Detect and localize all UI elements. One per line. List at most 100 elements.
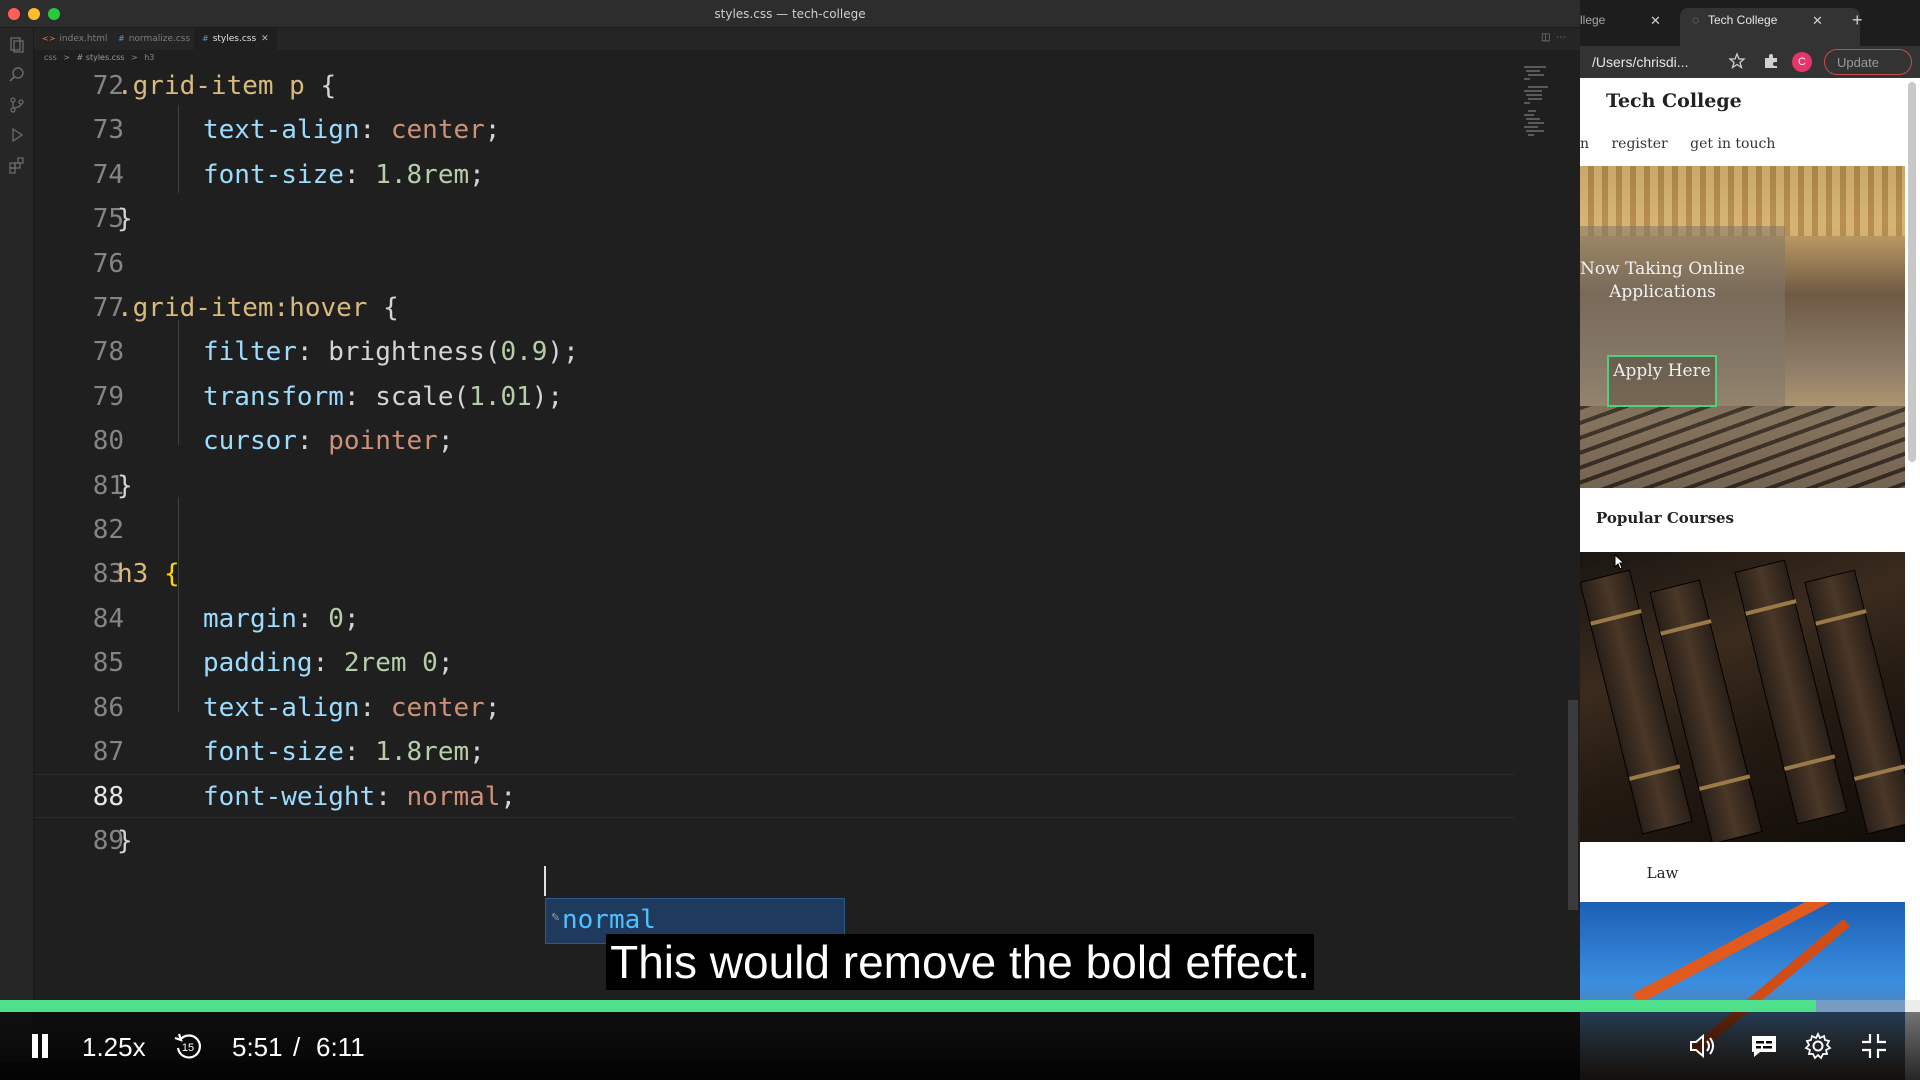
minimap-line <box>1524 126 1538 128</box>
code-text: } <box>117 204 133 235</box>
extensions-icon[interactable] <box>8 156 26 174</box>
course-label-law[interactable]: Law <box>1580 864 1745 882</box>
time-separator: / <box>293 1032 301 1062</box>
minimap-line <box>1528 98 1542 100</box>
code-line[interactable]: 84 margin: 0; <box>34 597 1514 641</box>
search-icon[interactable] <box>8 66 26 84</box>
tab-styles-css[interactable]: # styles.css ✕ <box>194 28 277 50</box>
minimap-line <box>1526 118 1540 120</box>
explorer-icon[interactable] <box>8 36 26 54</box>
site-title[interactable]: Tech College <box>1606 90 1742 112</box>
code-line[interactable]: 87 font-size: 1.8rem; <box>34 730 1514 774</box>
extensions-puzzle-icon[interactable] <box>1762 52 1780 70</box>
subtitle-caption: This would remove the bold effect. <box>0 934 1920 990</box>
nav-link-register[interactable]: register <box>1611 136 1667 152</box>
new-tab-button[interactable]: + <box>1852 10 1863 31</box>
code-line[interactable]: 77 .grid-item:hover { <box>34 286 1514 330</box>
bookmark-star-icon[interactable] <box>1728 52 1746 70</box>
line-number: 85 <box>92 648 124 679</box>
update-button[interactable]: Update <box>1824 49 1912 75</box>
code-line[interactable]: 89} <box>34 819 1514 863</box>
code-text: font-size: 1.8rem; <box>203 159 485 190</box>
profile-avatar[interactable]: C <box>1792 52 1812 72</box>
tab-normalize-css[interactable]: # normalize.css <box>110 28 198 50</box>
line-number: 82 <box>92 515 124 545</box>
playback-speed-button[interactable]: 1.25x <box>82 1032 146 1063</box>
split-editor-icon[interactable]: ◫ ⋯ <box>1541 32 1566 43</box>
tab-index-html[interactable]: <> index.html <box>34 28 115 50</box>
minimap-line <box>1526 70 1540 72</box>
breadcrumb-folder[interactable]: css <box>44 53 57 62</box>
code-line[interactable]: 75} <box>34 197 1514 241</box>
code-line[interactable]: 85 padding: 2rem 0; <box>34 641 1514 685</box>
breadcrumb-file[interactable]: # styles.css <box>77 53 125 62</box>
code-text: .grid-item:hover { <box>117 293 399 323</box>
code-line[interactable]: 78 filter: brightness(0.9); <box>34 330 1514 374</box>
law-course-image[interactable] <box>1580 552 1905 842</box>
apply-here-button[interactable]: Apply Here <box>1607 355 1717 407</box>
pause-icon[interactable] <box>30 1034 50 1058</box>
code-line[interactable]: 82 <box>34 508 1514 552</box>
code-line[interactable]: 72 .grid-item p { <box>34 64 1514 108</box>
browser-tab-tech-college[interactable]: Tech College <box>1708 13 1777 27</box>
video-progress-bar[interactable] <box>0 1000 1920 1012</box>
line-number: 74 <box>92 159 124 190</box>
captions-icon[interactable] <box>1748 1030 1780 1062</box>
editor-tab-bar: <> index.html # normalize.css # styles.css ✕… <box>34 28 1580 50</box>
code-text: transform: scale(1.01); <box>203 381 564 412</box>
code-text: .grid-item p { <box>117 71 337 101</box>
minimap-line <box>1524 66 1546 68</box>
code-line[interactable]: 80 cursor: pointer; <box>34 419 1514 463</box>
code-line[interactable]: 76 <box>34 242 1514 286</box>
autocomplete-suggestion[interactable]: normal <box>562 905 656 935</box>
volume-icon[interactable] <box>1686 1030 1718 1062</box>
code-line[interactable]: 88 font-weight: normal; <box>34 774 1514 819</box>
window-title: styles.css — tech-college <box>714 7 866 21</box>
source-control-icon[interactable] <box>8 96 26 114</box>
mouse-pointer-icon <box>1614 554 1626 570</box>
title-bar: styles.css — tech-college <box>0 0 1580 28</box>
code-text: font-size: 1.8rem; <box>203 737 485 767</box>
tab-label: normalize.css <box>128 34 191 44</box>
browser-tab-college[interactable]: llege <box>1580 13 1605 27</box>
exit-fullscreen-icon[interactable] <box>1858 1030 1890 1062</box>
activity-bar <box>0 28 34 1080</box>
line-number: 86 <box>92 692 124 723</box>
code-text: padding: 2rem 0; <box>203 648 454 679</box>
rewind-15-icon[interactable]: 15 <box>172 1030 204 1062</box>
minimap-line <box>1524 78 1530 80</box>
minimap-line <box>1528 110 1536 112</box>
minimap-line <box>1524 90 1542 92</box>
code-line[interactable]: 81} <box>34 464 1514 508</box>
close-icon[interactable]: ✕ <box>1650 13 1661 29</box>
web-page: Tech College n register get in touch Now… <box>1580 78 1905 1080</box>
code-line[interactable]: 73 text-align: center; <box>34 108 1514 152</box>
settings-gear-icon[interactable] <box>1802 1030 1834 1062</box>
video-progress-fill <box>0 1000 1817 1012</box>
nav-link-get-in-touch[interactable]: get in touch <box>1690 136 1775 152</box>
code-text: h3 { <box>117 559 180 590</box>
total-duration: 6:11 <box>316 1032 365 1062</box>
code-line[interactable]: 86 text-align: center; <box>34 686 1514 730</box>
breadcrumb-separator: > <box>130 53 138 62</box>
code-line[interactable]: 74 font-size: 1.8rem; <box>34 153 1514 197</box>
minimap-line <box>1528 122 1544 124</box>
breadcrumb-symbol[interactable]: h3 <box>144 53 154 62</box>
code-text: text-align: center; <box>203 692 501 723</box>
code-line[interactable]: 79 transform: scale(1.01); <box>34 375 1514 419</box>
browser-toolbar: /Users/chrisdi... C Update <box>1580 46 1920 78</box>
close-icon[interactable]: ✕ <box>261 34 269 44</box>
minimap-line <box>1526 130 1544 132</box>
run-debug-icon[interactable] <box>8 126 26 144</box>
minimap[interactable] <box>1522 66 1570 166</box>
editor-scrollbar[interactable] <box>1568 700 1578 910</box>
close-icon[interactable]: ✕ <box>1812 13 1823 29</box>
code-line[interactable]: 83 h3 { <box>34 552 1514 596</box>
nav-link-partial[interactable]: n <box>1580 136 1589 152</box>
tab-label: styles.css <box>212 34 257 44</box>
code-text: cursor: pointer; <box>203 426 454 457</box>
page-scrollbar[interactable] <box>1908 82 1916 462</box>
breadcrumb-separator: > <box>63 53 70 62</box>
code-editor[interactable]: 72 .grid-item p {73 text-align: center; 74 f… <box>34 70 1534 990</box>
browser-window: llege ✕ ◌ Tech College ✕ + /Users/chrisd… <box>1580 0 1920 1080</box>
